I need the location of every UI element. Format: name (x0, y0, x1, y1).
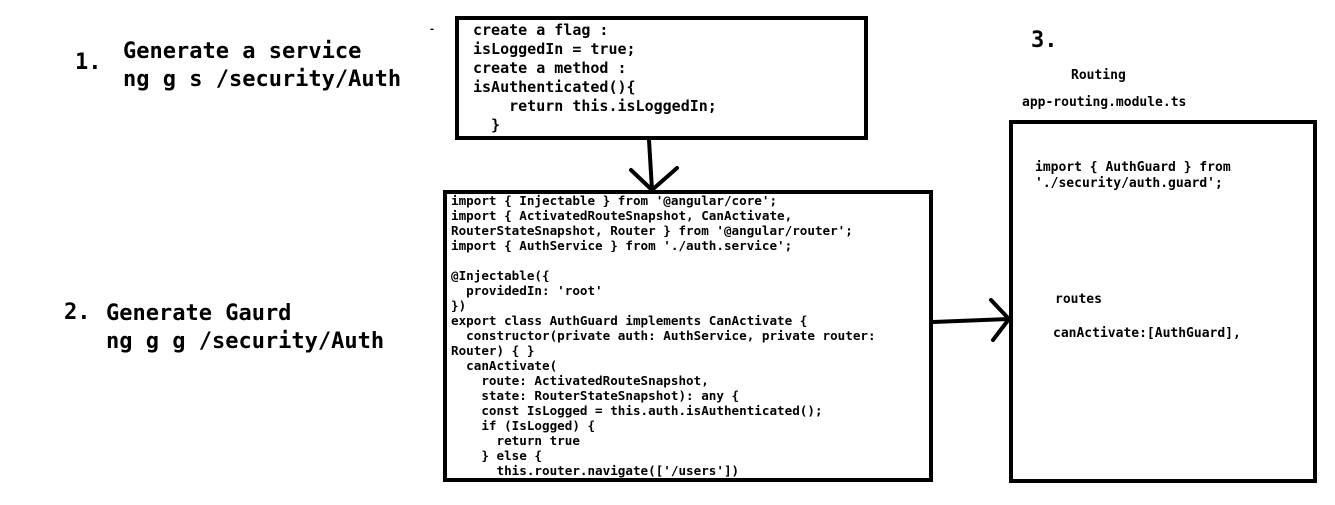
code-line: create a flag : (473, 21, 609, 39)
arrow-right (931, 298, 1011, 342)
code-line: } else { (451, 448, 542, 463)
code-line: return this.isLoggedIn; (473, 97, 717, 115)
code-line: state: RouterStateSnapshot): any { (451, 388, 740, 403)
code-line: const IsLogged = this.auth.isAuthenticat… (451, 403, 823, 418)
code-line: }) (451, 298, 467, 313)
code-line: Router) { } (451, 343, 535, 358)
code-line: isLoggedIn = true; (473, 40, 636, 58)
code-line: export class AuthGuard implements CanAct… (451, 313, 808, 328)
code-line: this.router.navigate(['/users']) (451, 463, 740, 478)
step2-number: 2. (64, 300, 91, 325)
step2-command: ng g g /security/Auth (106, 329, 385, 354)
service-code: create a flag : isLoggedIn = true; creat… (473, 21, 717, 135)
arrow-down (629, 138, 679, 192)
code-line: if (IsLogged) { (451, 418, 596, 433)
guard-code-box: import { Injectable } from '@angular/cor… (443, 190, 933, 482)
can-activate-line: canActivate:[AuthGuard], (1053, 326, 1241, 341)
step1-title: Generate a service (123, 39, 362, 64)
code-line: } (451, 478, 489, 482)
code-line: return true (451, 433, 580, 448)
stray-mark: - (429, 24, 436, 35)
code-line: create a method : (473, 59, 627, 77)
guard-code: import { Injectable } from '@angular/cor… (451, 193, 876, 482)
step1-command: ng g s /security/Auth (123, 67, 402, 92)
code-line: import { ActivatedRouteSnapshot, CanActi… (451, 208, 793, 223)
step3-title: Routing (1071, 68, 1126, 83)
code-line: } (473, 116, 501, 134)
step2-title: Generate Gaurd (106, 301, 292, 326)
code-line: constructor(private auth: AuthService, p… (451, 328, 876, 343)
code-line: canActivate( (451, 358, 558, 373)
code-line: route: ActivatedRouteSnapshot, (451, 373, 709, 388)
routing-import-line1: import { AuthGuard } from (1035, 160, 1231, 175)
step1-number: 1. (75, 50, 102, 75)
code-line: import { AuthService } from './auth.serv… (451, 238, 793, 253)
code-line: RouterStateSnapshot, Router } from '@ang… (451, 223, 853, 238)
code-line: @Injectable({ (451, 268, 550, 283)
service-code-box: create a flag : isLoggedIn = true; creat… (455, 16, 868, 140)
routing-import-line2: './security/auth.guard'; (1035, 176, 1223, 191)
step3-filename: app-routing.module.ts (1022, 95, 1187, 110)
step3-number: 3. (1031, 28, 1058, 53)
code-line: import { Injectable } from '@angular/cor… (451, 193, 778, 208)
code-line: isAuthenticated(){ (473, 78, 636, 96)
code-line: providedIn: 'root' (451, 283, 603, 298)
routes-label: routes (1055, 292, 1102, 307)
routing-code-box: import { AuthGuard } from './security/au… (1009, 120, 1317, 483)
